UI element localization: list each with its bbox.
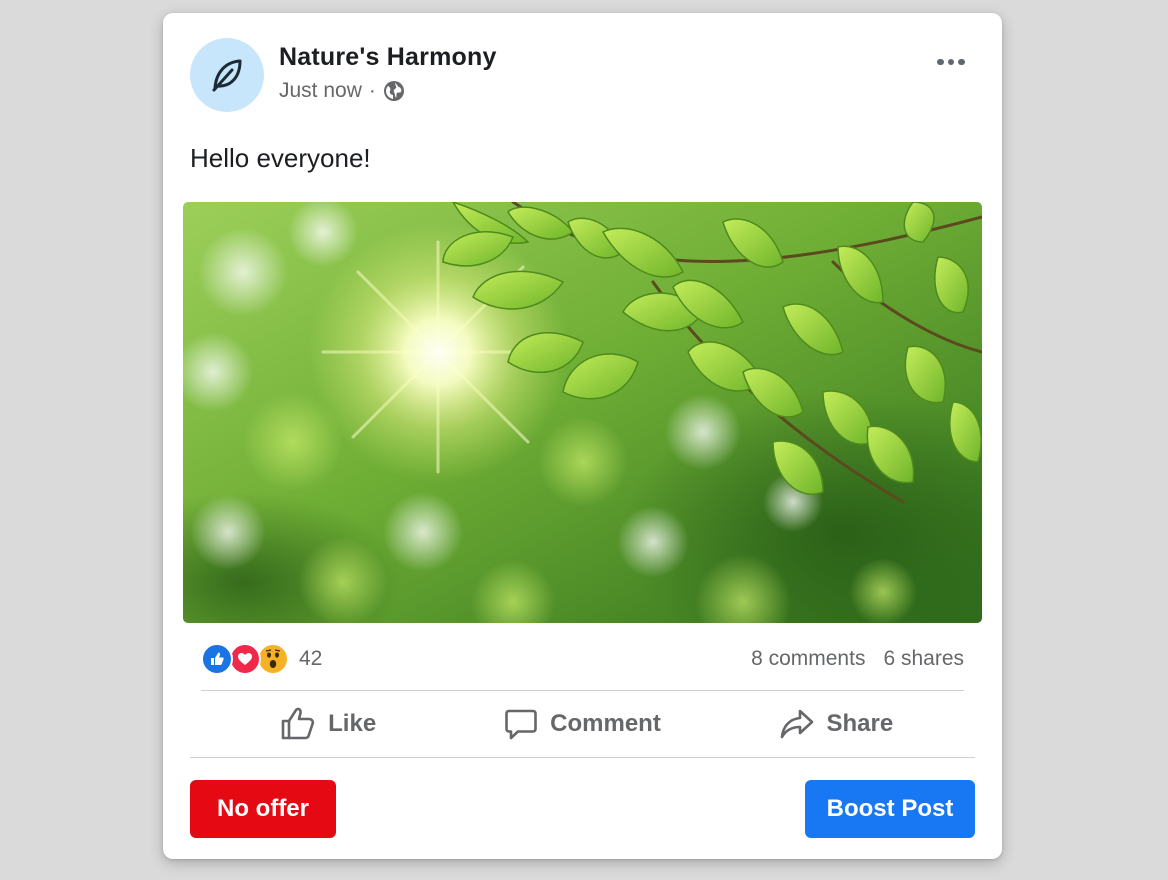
comments-count-link[interactable]: 8 comments bbox=[751, 647, 865, 671]
post-actions-bar: Like Comment Share bbox=[201, 694, 964, 754]
more-dot-icon bbox=[958, 58, 965, 66]
boost-post-button[interactable]: Boost Post bbox=[805, 780, 975, 838]
more-dot-icon bbox=[937, 58, 944, 66]
divider bbox=[190, 757, 975, 758]
love-reaction-icon bbox=[229, 643, 261, 675]
thumbs-up-icon bbox=[281, 707, 315, 740]
comment-button[interactable]: Comment bbox=[455, 694, 709, 754]
reaction-count: 42 bbox=[299, 647, 323, 670]
like-label: Like bbox=[328, 710, 377, 737]
reaction-summary[interactable]: 42 bbox=[201, 643, 322, 675]
divider bbox=[201, 690, 964, 691]
timestamp[interactable]: Just now bbox=[279, 79, 362, 103]
no-offer-button[interactable]: No offer bbox=[190, 780, 336, 838]
more-dot-icon bbox=[947, 58, 955, 66]
shares-count-link[interactable]: 6 shares bbox=[883, 647, 964, 671]
post-card: Nature's Harmony Just now · Hello everyo… bbox=[163, 13, 1002, 859]
comment-icon bbox=[505, 709, 537, 740]
like-button[interactable]: Like bbox=[201, 694, 455, 754]
meta-separator: · bbox=[368, 79, 376, 102]
like-reaction-icon bbox=[201, 643, 233, 675]
post-meta: Just now · bbox=[279, 79, 405, 103]
post-photo[interactable] bbox=[183, 202, 982, 623]
page-avatar[interactable] bbox=[190, 38, 264, 112]
engagement-stats: 8 comments 6 shares bbox=[751, 647, 964, 671]
globe-icon[interactable] bbox=[383, 80, 405, 102]
wow-reaction-icon bbox=[257, 643, 289, 675]
post-text: Hello everyone! bbox=[190, 143, 371, 173]
share-icon bbox=[781, 709, 814, 739]
comment-label: Comment bbox=[550, 710, 661, 737]
share-button[interactable]: Share bbox=[710, 694, 964, 754]
more-options-button[interactable] bbox=[933, 49, 969, 75]
leaf-icon bbox=[212, 59, 242, 92]
page-name[interactable]: Nature's Harmony bbox=[279, 43, 497, 72]
share-label: Share bbox=[826, 710, 894, 737]
sunlit-leaves-photo bbox=[183, 202, 982, 623]
